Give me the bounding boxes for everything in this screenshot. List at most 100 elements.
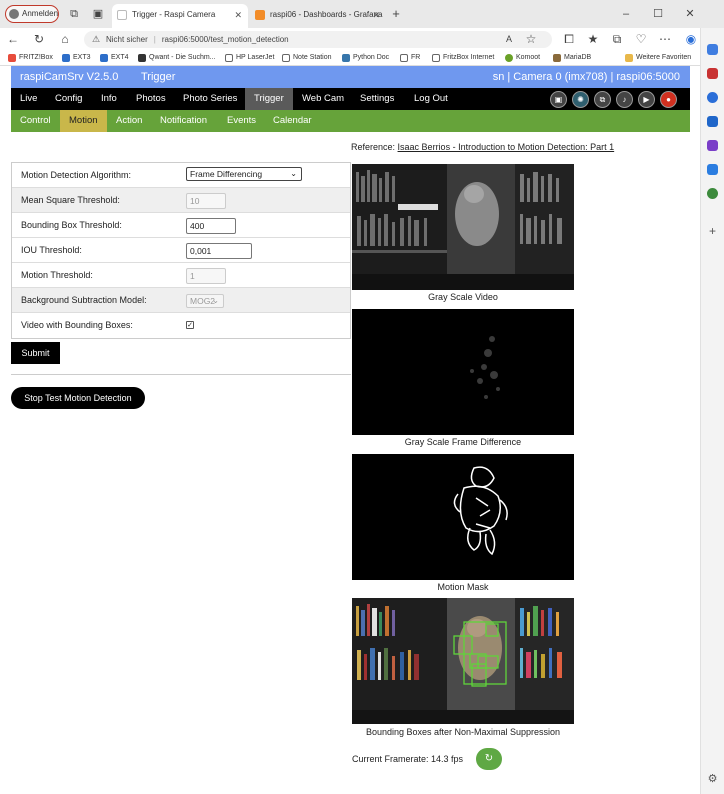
sidebar-tools-icon[interactable] — [707, 92, 718, 103]
bookmark-fr[interactable]: FR — [400, 50, 420, 65]
bookmark-python-doc[interactable]: Python Doc — [342, 50, 389, 65]
motion-active-icon[interactable]: ✺ — [572, 91, 589, 108]
address-bar[interactable]: ⚠ Nicht sicher | raspi06:5000/test_motion_… — [84, 31, 552, 48]
python-icon — [342, 54, 350, 62]
iou-label: IOU Threshold: — [21, 245, 82, 255]
bookmark-mariadb[interactable]: MariaDB — [553, 50, 591, 65]
tab-actions-icon[interactable]: ▣ — [92, 8, 104, 20]
close-tab-icon[interactable]: ✕ — [372, 4, 380, 26]
close-tab-icon[interactable]: ✕ — [234, 4, 242, 26]
app-title: raspiCamSrv V2.5.0 — [20, 71, 119, 83]
iou-input[interactable]: 0,001 — [186, 243, 252, 259]
subnav-control[interactable]: Control — [11, 110, 60, 132]
recording-icon[interactable]: ● — [660, 91, 677, 108]
bookmark-more-favorites[interactable]: Weitere Favoriten — [625, 50, 691, 65]
row-bbox-threshold: Bounding Box Threshold: 400 — [12, 213, 350, 238]
home-icon[interactable]: ⌂ — [58, 32, 72, 46]
sidebar-games-icon[interactable] — [707, 140, 718, 151]
collections-icon[interactable]: ⧉ — [610, 32, 624, 46]
browser-essentials-icon[interactable]: ♡ — [634, 32, 648, 46]
nav-log-out[interactable]: Log Out — [405, 88, 457, 110]
row-video-bbox: Video with Bounding Boxes: ✓ — [12, 313, 350, 338]
subnav-action[interactable]: Action — [107, 110, 151, 132]
bookmark-qwant[interactable]: Qwant - Die Suchm... — [138, 50, 216, 65]
nav-config[interactable]: Config — [46, 88, 91, 110]
stop-test-motion-button[interactable]: Stop Test Motion Detection — [11, 387, 145, 409]
bookmark-fritzbox-internet[interactable]: FritzBox Internet — [432, 50, 494, 65]
document-icon — [225, 54, 233, 62]
microphone-icon[interactable]: ♪ — [616, 91, 633, 108]
reference-line: Reference: Isaac Berrios - Introduction … — [351, 142, 614, 152]
sidebar-tag-icon[interactable] — [707, 44, 718, 55]
algorithm-label: Motion Detection Algorithm: — [21, 170, 132, 180]
minimize-icon[interactable]: – — [620, 8, 632, 20]
sidebar-tree-icon[interactable] — [707, 188, 718, 199]
favorite-star-icon[interactable]: ☆ — [524, 32, 538, 46]
tab-trigger[interactable]: Trigger - Raspi Camera ✕ — [112, 4, 248, 28]
bookmark-ext4[interactable]: EXT4 — [100, 50, 129, 65]
sidebar-add-icon[interactable]: + — [707, 225, 718, 237]
nav-photo-series[interactable]: Photo Series — [174, 88, 246, 110]
video-camera-icon[interactable]: ▶ — [638, 91, 655, 108]
chevron-down-icon: ⌄ — [212, 296, 219, 305]
tab-title: raspi06 - Dashboards - Grafana — [270, 10, 383, 19]
algorithm-select[interactable]: Frame Differencing ⌄ — [186, 167, 302, 181]
mse-input[interactable]: 10 — [186, 193, 226, 209]
read-aloud-icon[interactable]: A — [502, 32, 516, 46]
nav-status-icons: ▣ ✺ ⧉ ♪ ▶ ● — [550, 91, 680, 108]
address-toolbar: ← ↻ ⌂ ⚠ Nicht sicher | raspi06:5000/test_m… — [0, 28, 724, 50]
sidebar-shopping-icon[interactable] — [707, 68, 718, 79]
reload-icon[interactable]: ↻ — [32, 32, 46, 46]
app-header: raspiCamSrv V2.5.0 Trigger sn | Camera 0… — [11, 66, 690, 88]
subnav-calendar[interactable]: Calendar — [264, 110, 321, 132]
nav-settings[interactable]: Settings — [351, 88, 403, 110]
nav-info[interactable]: Info — [92, 88, 126, 110]
bookmark-komoot[interactable]: Komoot — [505, 50, 540, 65]
reference-link[interactable]: Isaac Berrios - Introduction to Motion D… — [398, 142, 615, 152]
refresh-icon[interactable]: ↻ — [476, 748, 502, 770]
more-menu-icon[interactable]: ⋯ — [658, 32, 672, 46]
sidebar-settings-icon[interactable]: ⚙ — [707, 774, 718, 785]
submit-button[interactable]: Submit — [11, 342, 60, 364]
nav-web-cam[interactable]: Web Cam — [293, 88, 353, 110]
bg-model-select[interactable]: MOG2 ⌄ — [186, 294, 224, 308]
bookmark-fritzbox[interactable]: FRITZ!Box — [8, 50, 53, 65]
bbox-threshold-input[interactable]: 400 — [186, 218, 236, 234]
bg-model-label: Background Subtraction Model: — [21, 295, 147, 305]
subnav-notification[interactable]: Notification — [151, 110, 216, 132]
motion-threshold-input[interactable]: 1 — [186, 268, 226, 284]
sidebar-send-icon[interactable] — [707, 164, 718, 175]
page-favicon-icon — [117, 10, 127, 20]
multi-camera-icon[interactable]: ⧉ — [594, 91, 611, 108]
sidebar-outlook-icon[interactable] — [707, 116, 718, 127]
nav-trigger[interactable]: Trigger — [245, 88, 293, 110]
new-tab-icon[interactable]: + — [390, 7, 402, 20]
nav-live[interactable]: Live — [11, 88, 46, 110]
bounding-boxes-image — [352, 598, 574, 724]
subnav-events[interactable]: Events — [218, 110, 265, 132]
row-iou: IOU Threshold: 0,001 — [12, 238, 350, 263]
bookmark-hp-laserjet[interactable]: HP LaserJet — [225, 50, 274, 65]
subnav-motion[interactable]: Motion — [60, 110, 107, 132]
profile-label: Anmelden — [22, 9, 59, 18]
favorites-icon[interactable]: ★ — [586, 32, 600, 46]
bookmark-ext3[interactable]: EXT3 — [62, 50, 91, 65]
main-nav: Live Config Info Photos Photo Series Tri… — [11, 88, 690, 110]
tab-grafana[interactable]: raspi06 - Dashboards - Grafana ✕ — [250, 4, 386, 28]
extensions-icon[interactable]: ⧠ — [562, 32, 576, 46]
back-icon[interactable]: ← — [6, 32, 20, 46]
ext3-icon — [62, 54, 70, 62]
copilot-icon[interactable]: ◉ — [684, 32, 698, 46]
bookmark-note-station[interactable]: Note Station — [282, 50, 332, 65]
close-window-icon[interactable]: ✕ — [684, 8, 696, 20]
nav-photos[interactable]: Photos — [127, 88, 175, 110]
photo-trigger-icon[interactable]: ▣ — [550, 91, 567, 108]
workspaces-icon[interactable]: ⧉ — [68, 8, 80, 20]
profile-button[interactable]: Anmelden — [5, 5, 59, 23]
framerate-text: Current Framerate: 14.3 fps — [352, 754, 464, 764]
row-bg-model: Background Subtraction Model: MOG2 ⌄ — [12, 288, 350, 313]
chevron-down-icon: ⌄ — [290, 169, 297, 178]
maximize-icon[interactable]: ☐ — [652, 8, 664, 20]
video-bbox-checkbox[interactable]: ✓ — [186, 321, 194, 329]
bbox-threshold-label: Bounding Box Threshold: — [21, 220, 122, 230]
